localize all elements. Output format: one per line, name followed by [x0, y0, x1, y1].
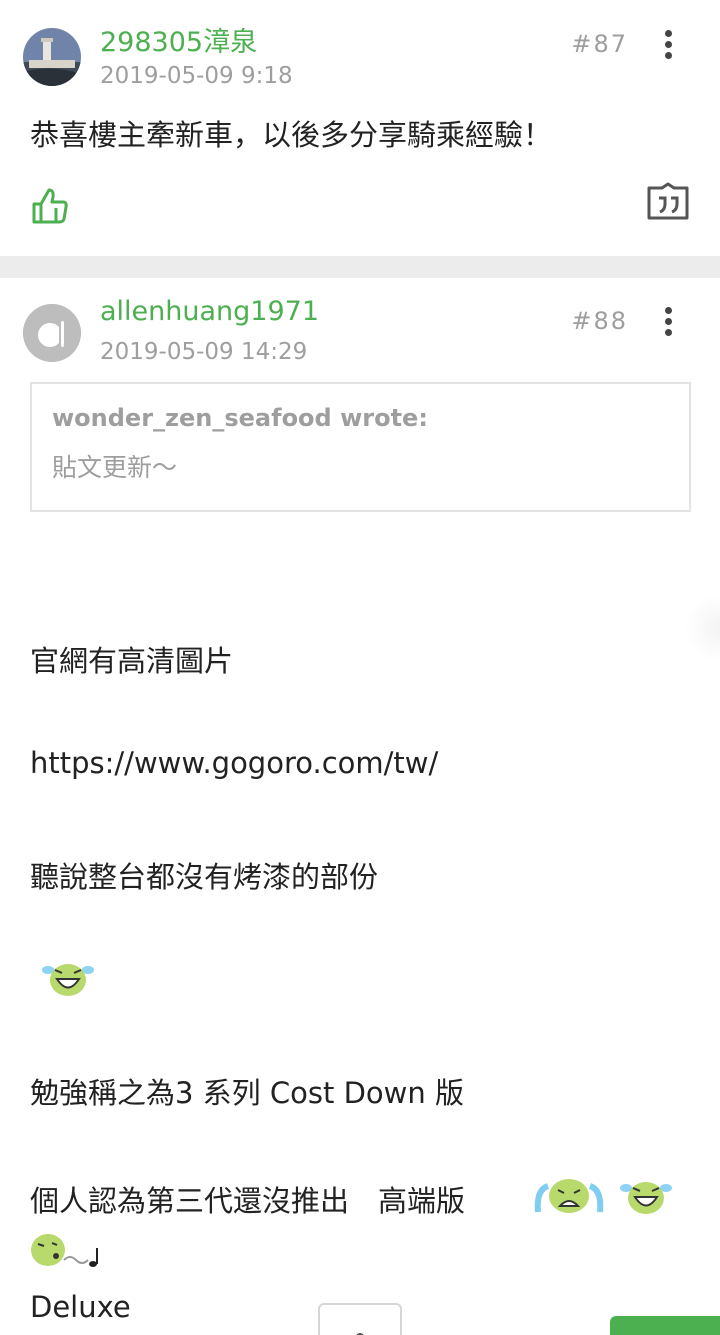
reply-button[interactable]: [610, 1316, 720, 1335]
default-avatar[interactable]: [23, 304, 81, 362]
quote-text: 貼文更新～: [52, 453, 178, 482]
thumbs-up-icon: [32, 188, 68, 224]
like-button[interactable]: [30, 186, 70, 226]
post-date: 2019-05-09 14:29: [100, 339, 308, 365]
user-avatar[interactable]: [23, 28, 81, 86]
post-body-text: 恭喜樓主牽新車，以後多分享騎乘經驗！: [30, 118, 553, 152]
laughing-face-emoji: [620, 1176, 672, 1222]
post-floor-number: #88: [571, 307, 628, 335]
more-options-button[interactable]: [656, 303, 680, 339]
scroll-shadow: [680, 598, 720, 658]
whistling-face-emoji: [30, 1230, 106, 1276]
post-body-line: 個人認為第三代還沒推出 高端版: [30, 1184, 466, 1218]
more-vertical-icon: [664, 29, 672, 37]
post-date: 2019-05-09 9:18: [100, 63, 293, 89]
post-body-line: 聽說整台都沒有烤漆的部份: [30, 860, 379, 894]
more-options-button[interactable]: [656, 26, 680, 62]
more-vertical-icon: [664, 306, 672, 314]
floating-action-button[interactable]: [318, 1303, 402, 1335]
quote-author: wonder_zen_seafood wrote:: [52, 404, 428, 432]
post-author-name[interactable]: 298305漳泉: [100, 20, 257, 59]
post-87: 298305漳泉 2019-05-09 9:18 #87 恭喜樓主牽新車，以後多…: [0, 0, 720, 256]
laughing-face-emoji: [42, 958, 94, 1004]
post-divider: [0, 256, 720, 278]
post-body-line: Deluxe: [30, 1290, 131, 1324]
quote-reply-button[interactable]: [646, 182, 690, 222]
post-link[interactable]: https://www.gogoro.com/tw/: [30, 746, 438, 780]
quoted-post: wonder_zen_seafood wrote: 貼文更新～: [30, 382, 691, 512]
post-body-line: 官網有高清圖片: [30, 644, 234, 678]
quote-reply-icon: [647, 182, 689, 220]
post-floor-number: #87: [571, 30, 628, 58]
crying-face-emoji: [534, 1176, 604, 1220]
post-88: allenhuang1971 2019-05-09 14:29 #88 wond…: [0, 278, 720, 1335]
post-author-name[interactable]: allenhuang1971: [100, 296, 319, 327]
post-body-line: 勉強稱之為3 系列 Cost Down 版: [30, 1076, 464, 1110]
